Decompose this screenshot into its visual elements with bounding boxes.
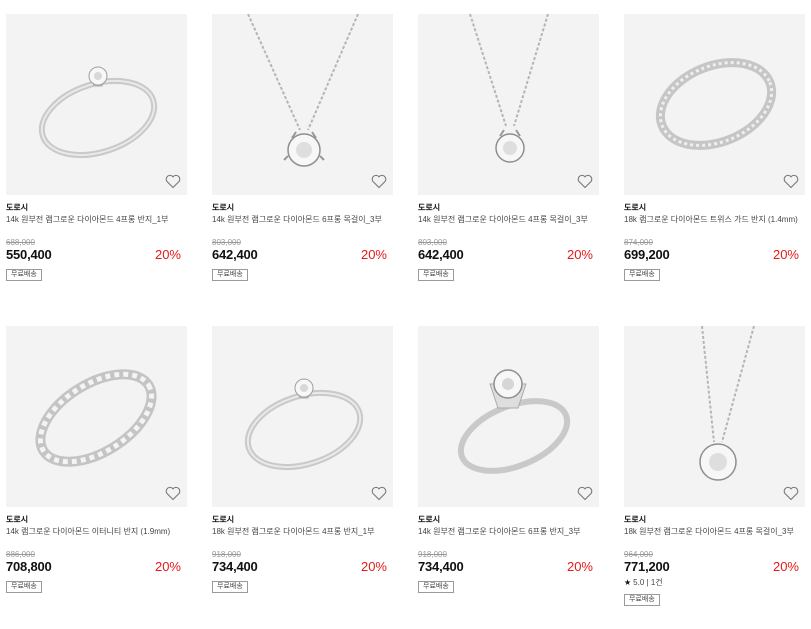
price-row: 642,400 20%	[212, 247, 393, 263]
price-row: 771,200 20%	[624, 559, 805, 575]
heart-icon[interactable]	[783, 174, 799, 189]
product-card[interactable]: 도로시 14k 원부전 램그로운 다이아몬드 6프롱 반지_3부 918,000…	[418, 326, 599, 593]
product-name[interactable]: 14k 원부전 램그로운 다이아몬드 6프롱 목걸이_3부	[212, 215, 393, 235]
heart-icon[interactable]	[783, 486, 799, 501]
sale-price: 771,200	[624, 559, 670, 574]
heart-icon[interactable]	[577, 174, 593, 189]
product-brand: 도로시	[624, 203, 647, 212]
product-card[interactable]: 도로시 18k 램그로운 다이아몬드 트위스 가드 반지 (1.4mm) 874…	[624, 14, 805, 281]
heart-icon[interactable]	[577, 486, 593, 501]
sale-price: 699,200	[624, 247, 670, 262]
eternity-ring-icon	[35, 369, 157, 467]
original-price: 688,000	[6, 238, 35, 247]
free-shipping-badge: 무료배송	[212, 581, 248, 593]
review-count: 1건	[650, 578, 663, 587]
product-image[interactable]	[212, 14, 393, 195]
original-price: 918,000	[212, 550, 241, 559]
sale-price: 550,400	[6, 247, 52, 262]
original-price: 964,000	[624, 550, 653, 559]
original-price: 886,000	[6, 550, 35, 559]
free-shipping-badge: 무료배송	[624, 594, 660, 606]
product-card[interactable]: 도로시 14k 램그로운 다이아몬드 이터니티 반지 (1.9mm) 886,0…	[6, 326, 187, 593]
heart-icon[interactable]	[371, 174, 387, 189]
product-brand: 도로시	[6, 203, 29, 212]
product-image[interactable]	[6, 326, 187, 507]
discount-rate: 20%	[772, 559, 799, 574]
rating: ★ 5.0 | 1건	[624, 578, 663, 587]
free-shipping-badge: 무료배송	[418, 269, 454, 281]
product-card[interactable]: 도로시 14k 원부전 램그로운 다이아몬드 4프롱 반지_1부 688,000…	[6, 14, 187, 281]
product-image[interactable]	[212, 326, 393, 507]
sale-price: 642,400	[212, 247, 258, 262]
price-row: 734,400 20%	[418, 559, 599, 575]
product-name[interactable]: 14k 원부전 램그로운 다이아몬드 4프롱 반지_1부	[6, 215, 187, 235]
product-brand: 도로시	[624, 515, 647, 524]
eternity-band-icon	[655, 58, 777, 150]
original-price: 803,000	[418, 238, 447, 247]
product-name[interactable]: 14k 램그로운 다이아몬드 이터니티 반지 (1.9mm)	[6, 527, 187, 547]
product-brand: 도로시	[418, 515, 441, 524]
solitaire-necklace-icon	[247, 14, 359, 167]
product-card[interactable]: 도로시 18k 원부전 램그로운 다이아몬드 4프롱 목걸이_3부 964,00…	[624, 326, 805, 606]
discount-rate: 20%	[154, 559, 181, 574]
product-name[interactable]: 18k 원부전 램그로운 다이아몬드 4프롱 목걸이_3부	[624, 527, 805, 547]
heart-icon[interactable]	[371, 486, 387, 501]
rating-score: 5.0	[633, 578, 645, 587]
price-row: 642,400 20%	[418, 247, 599, 263]
product-brand: 도로시	[6, 515, 29, 524]
product-brand: 도로시	[212, 515, 235, 524]
product-image[interactable]	[418, 14, 599, 195]
solitaire-necklace-icon	[699, 326, 755, 481]
original-price: 874,000	[624, 238, 653, 247]
free-shipping-badge: 무료배송	[624, 269, 660, 281]
price-row: 550,400 20%	[6, 247, 187, 263]
product-card[interactable]: 도로시 18k 원부전 램그로운 다이아몬드 4프롱 반지_1부 918,000…	[212, 326, 393, 593]
free-shipping-badge: 무료배송	[212, 269, 248, 281]
product-name[interactable]: 14k 원부전 램그로운 다이아몬드 6프롱 반지_3부	[418, 527, 599, 547]
solitaire-necklace-icon	[469, 14, 549, 163]
product-card[interactable]: 도로시 14k 원부전 램그로운 다이아몬드 4프롱 목걸이_3부 803,00…	[418, 14, 599, 281]
original-price: 918,000	[418, 550, 447, 559]
discount-rate: 20%	[566, 247, 593, 262]
product-name[interactable]: 18k 램그로운 다이아몬드 트위스 가드 반지 (1.4mm)	[624, 215, 805, 235]
solitaire-ring-icon	[38, 66, 158, 158]
product-brand: 도로시	[418, 203, 441, 212]
product-image[interactable]	[624, 326, 805, 507]
star-icon: ★	[624, 578, 632, 587]
sale-price: 734,400	[418, 559, 464, 574]
six-prong-ring-icon	[457, 369, 571, 474]
price-row: 708,800 20%	[6, 559, 187, 575]
product-image[interactable]	[418, 326, 599, 507]
discount-rate: 20%	[154, 247, 181, 262]
sale-price: 708,800	[6, 559, 52, 574]
discount-rate: 20%	[360, 247, 387, 262]
heart-icon[interactable]	[165, 486, 181, 501]
original-price: 803,000	[212, 238, 241, 247]
heart-icon[interactable]	[165, 174, 181, 189]
product-image[interactable]	[624, 14, 805, 195]
discount-rate: 20%	[360, 559, 387, 574]
product-brand: 도로시	[212, 203, 235, 212]
solitaire-ring-icon	[244, 378, 364, 470]
product-name[interactable]: 18k 원부전 램그로운 다이아몬드 4프롱 반지_1부	[212, 527, 393, 547]
product-image[interactable]	[6, 14, 187, 195]
sale-price: 734,400	[212, 559, 258, 574]
free-shipping-badge: 무료배송	[418, 581, 454, 593]
price-row: 734,400 20%	[212, 559, 393, 575]
discount-rate: 20%	[566, 559, 593, 574]
product-name[interactable]: 14k 원부전 램그로운 다이아몬드 4프롱 목걸이_3부	[418, 215, 599, 235]
discount-rate: 20%	[772, 247, 799, 262]
price-row: 699,200 20%	[624, 247, 805, 263]
free-shipping-badge: 무료배송	[6, 581, 42, 593]
free-shipping-badge: 무료배송	[6, 269, 42, 281]
product-card[interactable]: 도로시 14k 원부전 램그로운 다이아몬드 6프롱 목걸이_3부 803,00…	[212, 14, 393, 281]
sale-price: 642,400	[418, 247, 464, 262]
